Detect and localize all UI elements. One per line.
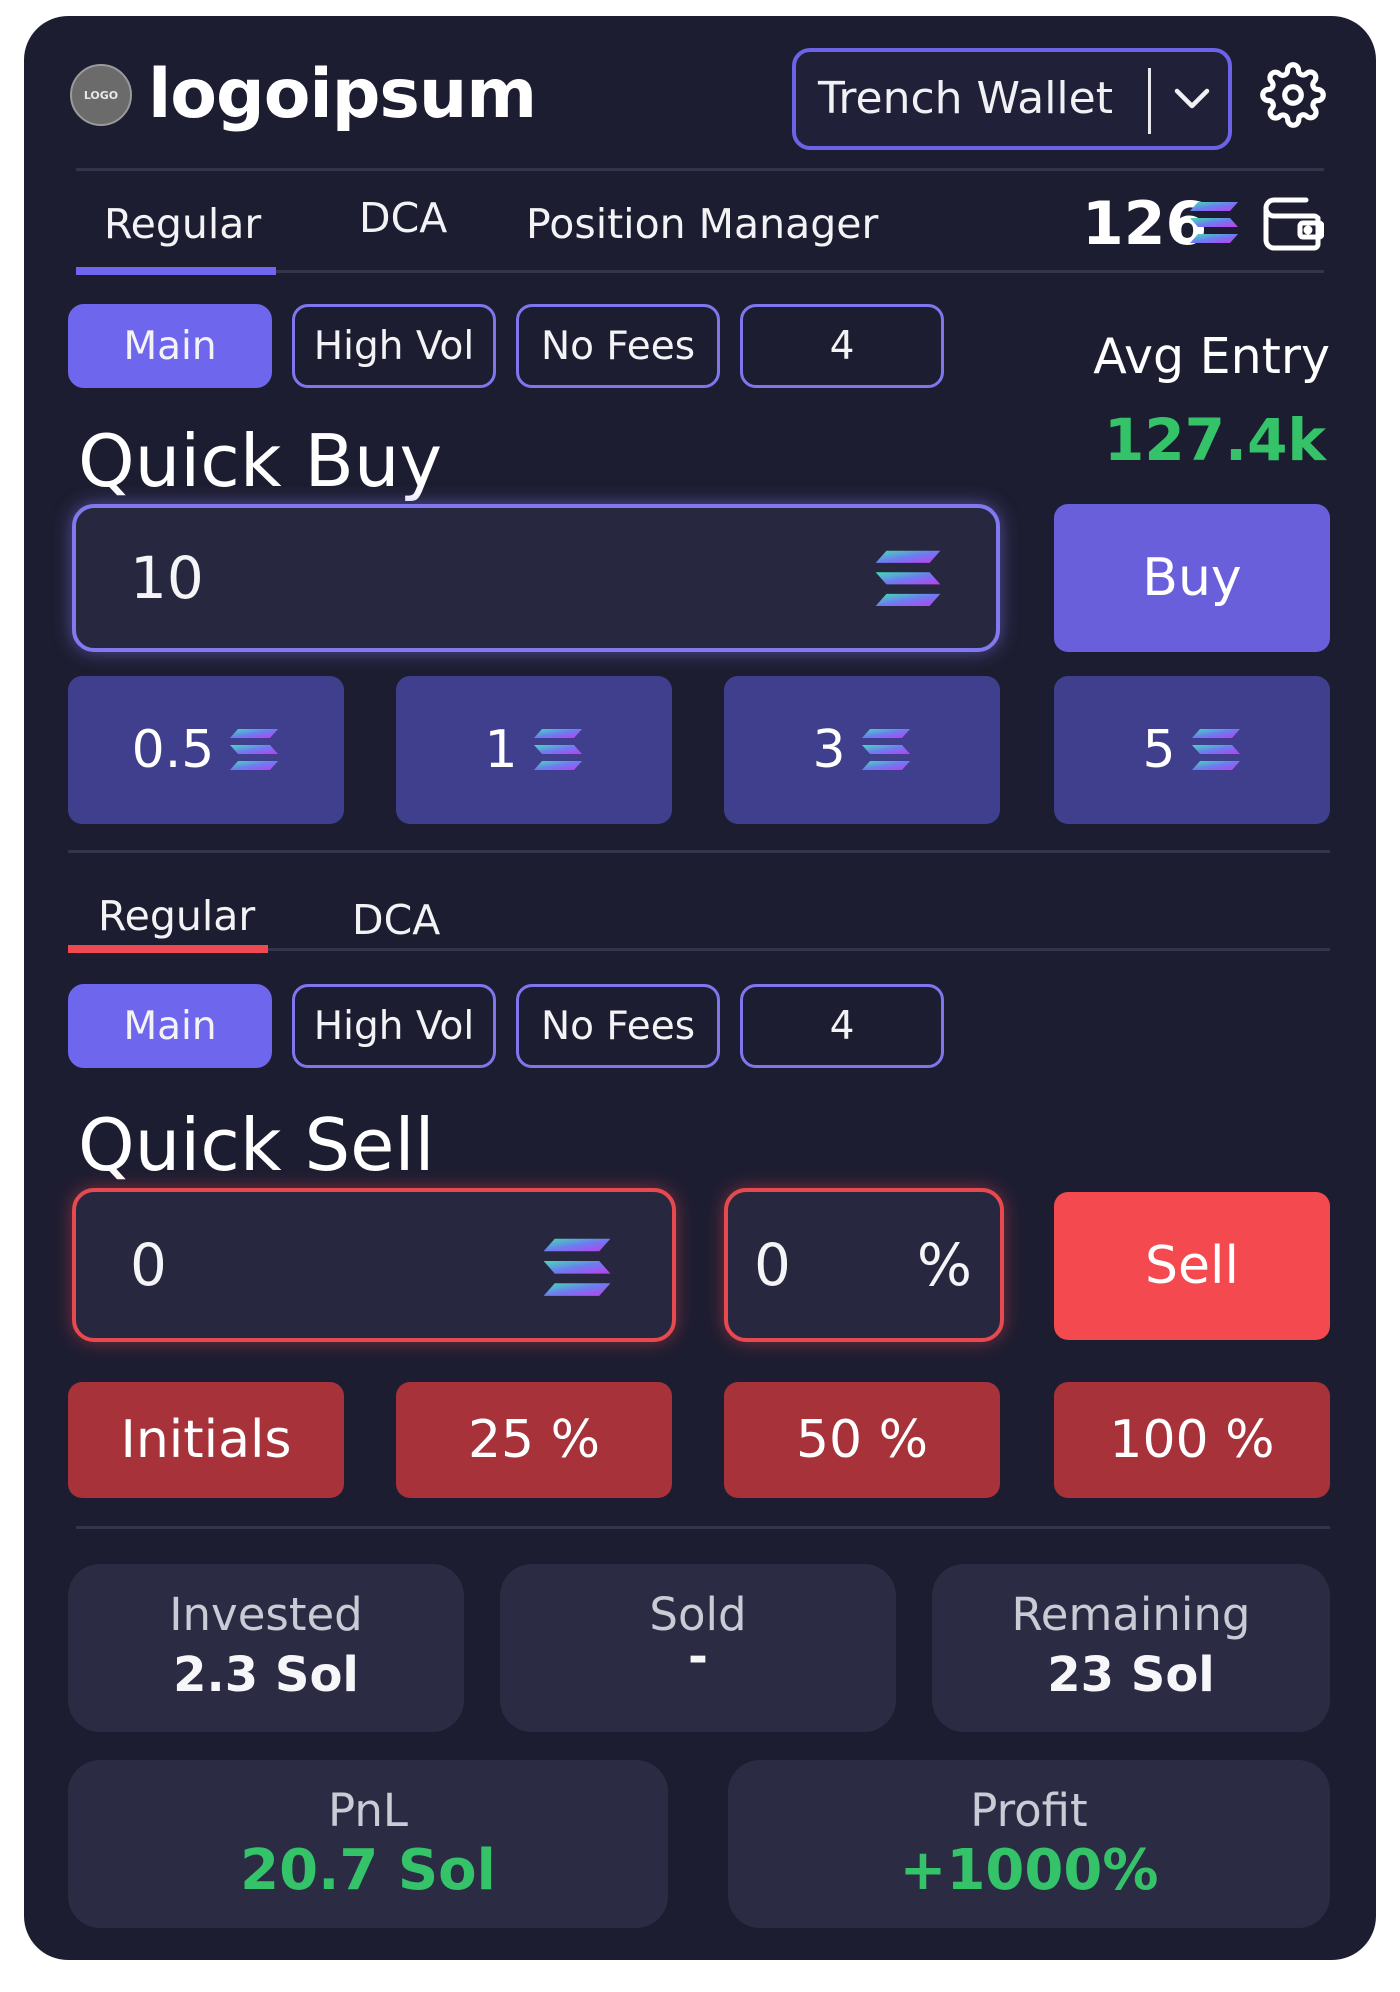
tab-position-manager[interactable]: Position Manager <box>526 194 878 254</box>
stat-pnl-value: 20.7 Sol <box>240 1838 496 1903</box>
trade-panel: LOGO logoipsum Trench Wallet Regular DCA… <box>24 16 1376 1960</box>
sell-preset-4[interactable]: 4 <box>740 984 944 1068</box>
sol-icon <box>1190 727 1242 773</box>
sol-icon <box>540 1236 614 1300</box>
buy-amount-input[interactable]: 10 <box>72 504 1000 652</box>
sell-tab-regular-underline <box>68 945 268 953</box>
buy-quick-amount-label: 1 <box>484 720 518 780</box>
header-divider <box>76 168 1324 171</box>
sell-amount-input[interactable]: 0 <box>72 1188 676 1342</box>
sell-quick-25-percent[interactable]: 25 % <box>396 1382 672 1498</box>
buy-amount-value: 10 <box>130 544 204 612</box>
stat-profit: Profit +1000% <box>728 1760 1330 1928</box>
buy-quick-amount-0-5[interactable]: 0.5 <box>68 676 344 824</box>
sell-quick-initials[interactable]: Initials <box>68 1382 344 1498</box>
buy-preset-main[interactable]: Main <box>68 304 272 388</box>
sol-icon <box>872 548 944 610</box>
sell-quick-100-percent[interactable]: 100 % <box>1054 1382 1330 1498</box>
logo-text: logoipsum <box>148 55 537 134</box>
stat-remaining-label: Remaining <box>1011 1588 1251 1641</box>
stat-remaining: Remaining 23 Sol <box>932 1564 1330 1732</box>
sell-preset-no-fees[interactable]: No Fees <box>516 984 720 1068</box>
buy-button[interactable]: Buy <box>1054 504 1330 652</box>
stat-profit-label: Profit <box>970 1784 1088 1837</box>
stat-invested-value: 2.3 Sol <box>173 1647 359 1703</box>
sell-button[interactable]: Sell <box>1054 1192 1330 1340</box>
stat-pnl: PnL 20.7 Sol <box>68 1760 668 1928</box>
buy-preset-no-fees[interactable]: No Fees <box>516 304 720 388</box>
sell-preset-main[interactable]: Main <box>68 984 272 1068</box>
percent-symbol: % <box>916 1231 972 1299</box>
buy-quick-amount-5[interactable]: 5 <box>1054 676 1330 824</box>
quick-buy-title: Quick Buy <box>78 419 443 503</box>
buy-quick-amount-label: 5 <box>1142 720 1176 780</box>
buy-quick-amount-1[interactable]: 1 <box>396 676 672 824</box>
buy-quick-amount-label: 0.5 <box>131 720 215 780</box>
quick-sell-title: Quick Sell <box>78 1103 435 1187</box>
sell-percent-input[interactable]: 0 % <box>724 1188 1004 1342</box>
sell-preset-high-vol[interactable]: High Vol <box>292 984 496 1068</box>
stat-sold-value: - <box>688 1629 708 1685</box>
wallet-icon[interactable] <box>1260 190 1325 254</box>
tab-regular[interactable]: Regular <box>104 194 261 254</box>
wallet-selector-label: Trench Wallet <box>818 73 1113 124</box>
logo-badge: LOGO <box>70 64 132 126</box>
stat-sold: Sold - <box>500 1564 896 1732</box>
stat-pnl-label: PnL <box>328 1784 408 1837</box>
buy-preset-4[interactable]: 4 <box>740 304 944 388</box>
stat-invested-label: Invested <box>169 1588 363 1641</box>
wallet-selector-divider <box>1148 68 1151 134</box>
tab-dca[interactable]: DCA <box>359 188 447 248</box>
buy-preset-high-vol[interactable]: High Vol <box>292 304 496 388</box>
stats-divider <box>76 1526 1330 1529</box>
avg-entry-label: Avg Entry <box>1093 328 1330 385</box>
stat-profit-value: +1000% <box>899 1838 1159 1903</box>
sell-percent-value: 0 <box>754 1231 791 1299</box>
chevron-down-icon[interactable] <box>1162 52 1222 146</box>
sol-icon <box>228 727 280 773</box>
stat-invested: Invested 2.3 Sol <box>68 1564 464 1732</box>
sell-amount-value: 0 <box>130 1231 167 1299</box>
gear-icon[interactable] <box>1260 62 1326 128</box>
section-divider <box>68 850 1330 853</box>
tab-regular-underline <box>76 267 276 275</box>
sell-quick-50-percent[interactable]: 50 % <box>724 1382 1000 1498</box>
stat-remaining-value: 23 Sol <box>1047 1647 1215 1703</box>
sell-tab-regular[interactable]: Regular <box>98 886 255 946</box>
sol-icon <box>532 727 584 773</box>
sol-icon <box>860 727 912 773</box>
buy-quick-amount-label: 3 <box>812 720 846 780</box>
sol-icon <box>1188 200 1240 246</box>
sell-tab-dca[interactable]: DCA <box>352 890 440 950</box>
buy-quick-amount-3[interactable]: 3 <box>724 676 1000 824</box>
wallet-selector[interactable]: Trench Wallet <box>792 48 1232 150</box>
avg-entry-value: 127.4k <box>1103 406 1326 474</box>
